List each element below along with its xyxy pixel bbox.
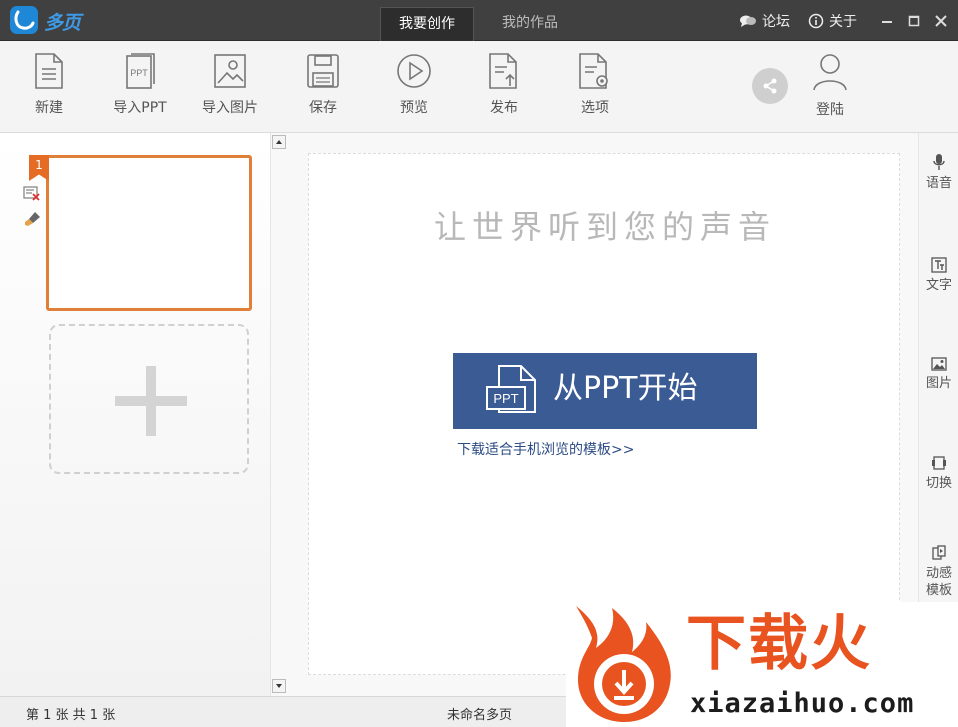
site-watermark: 下载火 xiazaihuo.com [566,602,958,727]
picture-tool[interactable]: 图片 [919,357,958,392]
preview-button[interactable]: 预览 [376,53,452,123]
floppy-disk-icon [307,54,339,88]
start-from-ppt-button[interactable]: PPT 从PPT开始 [453,353,757,429]
login-label: 登陆 [816,102,844,118]
minimize-button[interactable] [877,11,897,31]
format-brush-icon[interactable] [23,211,41,227]
main-toolbar: 新建 PPT 导入PPT 导入图片 保存 预览 发布 选项 登陆 [0,41,958,133]
about-link[interactable]: 关于 [808,11,857,31]
tab-create[interactable]: 我要创作 [380,7,474,41]
voice-tool[interactable]: 语音 [919,153,958,192]
slide-panel: 1 [0,133,287,696]
flame-logo-icon [576,606,671,722]
watermark-title: 下载火 [686,609,872,679]
import-image-button[interactable]: 导入图片 [192,53,268,123]
ppt-file-icon: PPT [486,365,536,413]
close-button[interactable] [931,11,951,31]
canvas-headline: 让世界听到您的声音 [433,208,776,246]
settings-document-icon [579,53,608,89]
motion-template-label: 动感模板 [925,566,952,598]
arrow-up-icon [276,140,282,144]
page-count: 第 1 张 共 1 张 [26,708,116,723]
text-label: 文字 [925,278,952,293]
plus-icon [115,366,187,436]
maximize-button[interactable] [904,11,924,31]
arrow-down-icon [276,684,282,688]
close-icon [935,15,947,27]
minimize-icon [882,21,892,23]
preview-label: 预览 [400,100,428,116]
picture-label: 图片 [925,376,952,391]
new-document-icon [35,53,63,89]
save-button[interactable]: 保存 [285,53,361,123]
voice-label: 语音 [925,176,952,191]
options-button[interactable]: 选项 [557,53,633,123]
publish-label: 发布 [490,100,518,116]
play-circle-icon [397,54,431,88]
app-logo-icon [10,6,38,34]
transition-icon [932,456,946,470]
publish-button[interactable]: 发布 [466,53,542,123]
slide-number-badge: 1 [29,155,49,181]
svg-text:PPT: PPT [493,391,518,406]
import-ppt-label: 导入PPT [113,100,167,116]
publish-document-icon [489,53,517,89]
motion-template-tool[interactable]: 动感模板 [919,545,958,599]
image-icon [214,54,246,88]
new-button[interactable]: 新建 [11,53,87,123]
scroll-up-button[interactable] [272,135,286,149]
transition-label: 切换 [925,476,952,491]
text-tool[interactable]: 文字 [919,257,958,294]
download-templates-link[interactable]: 下载适合手机浏览的模板>> [457,439,634,459]
info-icon [808,13,824,29]
forum-link[interactable]: 论坛 [739,11,790,31]
watermark-url: xiazaihuo.com [690,688,915,719]
about-label: 关于 [829,14,857,30]
svg-text:PPT: PPT [130,68,148,78]
import-image-label: 导入图片 [202,100,258,116]
title-bar: 多页 我要创作 我的作品 论坛 关于 [0,0,958,41]
import-ppt-button[interactable]: PPT 导入PPT [102,53,178,123]
slide-canvas[interactable]: 让世界听到您的声音 PPT 从PPT开始 下载适合手机浏览的模板>> [308,153,900,675]
app-logo: 多页 [10,6,90,34]
microphone-icon [933,154,945,170]
slide-scrollbar[interactable] [270,133,287,696]
chat-bubbles-icon [740,15,756,27]
share-icon [763,78,777,94]
maximize-icon [908,15,920,27]
slide-thumbnail[interactable] [46,155,252,311]
picture-icon [931,357,947,371]
forum-label: 论坛 [762,14,790,30]
ppt-file-icon: PPT [126,53,155,89]
add-slide-button[interactable] [49,324,249,474]
login-button[interactable]: 登陆 [792,53,868,123]
text-icon [931,257,947,273]
document-name: 未命名多页 [447,708,513,723]
start-from-ppt-label: 从PPT开始 [553,371,698,406]
scroll-down-button[interactable] [272,679,286,693]
app-window: 多页 我要创作 我的作品 论坛 关于 新建 PPT 导入PPT 导入图片 保存 … [0,0,958,727]
tab-my-works[interactable]: 我的作品 [483,7,577,41]
save-label: 保存 [309,100,337,116]
transition-tool[interactable]: 切换 [919,455,958,492]
motion-template-icon [932,545,946,560]
user-icon [813,54,847,91]
share-button[interactable] [752,68,788,104]
app-name: 多页 [44,12,81,34]
options-label: 选项 [581,100,609,116]
new-label: 新建 [35,100,63,116]
delete-slide-icon[interactable] [23,185,41,201]
